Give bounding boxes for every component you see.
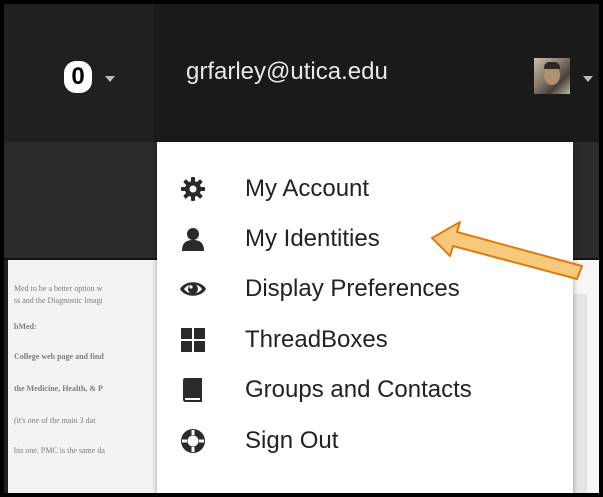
screenshot-frame: 0 grfarley@utica.edu Med to be a better … <box>0 0 603 497</box>
book-icon <box>179 376 207 404</box>
doc-line: ss and the Diagnostic Imagi <box>14 296 103 305</box>
doc-line: (it's one of the main 3 dat <box>14 416 96 425</box>
doc-line: Med to be a better option w <box>14 284 103 293</box>
eye-icon <box>179 275 207 303</box>
user-dropdown-menu: My Account My Identities Display Prefere… <box>157 142 573 493</box>
menu-item-sign-out[interactable]: Sign Out <box>157 415 573 467</box>
person-icon <box>179 225 207 253</box>
menu-item-groups-and-contacts[interactable]: Groups and Contacts <box>157 364 573 416</box>
gear-icon <box>179 175 207 203</box>
menu-item-threadboxes[interactable]: ThreadBoxes <box>157 314 573 366</box>
background-document-preview: Med to be a better option w ss and the D… <box>8 260 178 493</box>
notification-count-badge[interactable]: 0 <box>64 61 92 93</box>
menu-item-label: My Identities <box>245 225 380 252</box>
menu-item-label: Sign Out <box>245 427 339 454</box>
sign-out-icon <box>179 427 207 455</box>
doc-line: College web page and find <box>14 352 104 361</box>
chevron-down-icon[interactable] <box>105 76 115 82</box>
menu-item-label: Groups and Contacts <box>245 376 472 403</box>
grid-icon <box>179 326 207 354</box>
chevron-down-icon[interactable] <box>583 76 593 82</box>
menu-item-my-account[interactable]: My Account <box>157 163 573 215</box>
doc-line: the Medicine, Health, & P <box>14 384 103 393</box>
avatar-hair <box>544 62 560 69</box>
scrollbar[interactable] <box>572 294 587 493</box>
user-email-menu-toggle[interactable]: grfarley@utica.edu <box>186 58 388 86</box>
notification-counter-area[interactable]: 0 <box>4 4 154 142</box>
menu-item-label: Display Preferences <box>245 275 460 302</box>
top-navbar: 0 grfarley@utica.edu <box>4 4 599 142</box>
menu-item-label: ThreadBoxes <box>245 326 388 353</box>
avatar[interactable] <box>534 58 570 94</box>
menu-item-display-preferences[interactable]: Display Preferences <box>157 263 573 315</box>
doc-line: bMed: <box>14 322 37 331</box>
doc-line: his one. PMC is the same da <box>14 446 105 455</box>
menu-item-label: My Account <box>245 175 370 202</box>
menu-item-my-identities[interactable]: My Identities <box>157 213 573 265</box>
